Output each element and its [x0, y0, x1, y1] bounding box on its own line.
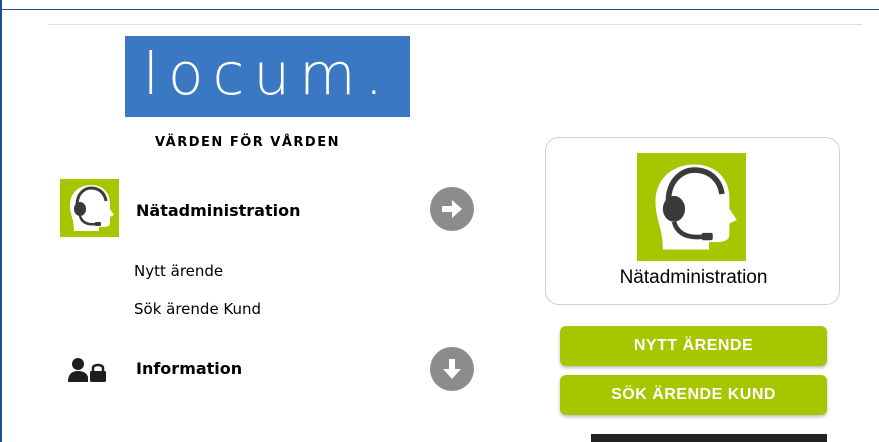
card-label: Nätadministration — [619, 267, 768, 288]
service-card[interactable]: Nätadministration — [545, 137, 840, 305]
menu-title-network[interactable]: Nätadministration — [136, 201, 301, 220]
tagline: VÄRDEN FÖR VÅRDEN — [155, 135, 340, 150]
headset-agent-icon[interactable] — [60, 179, 119, 237]
menu-title-information[interactable]: Information — [136, 359, 242, 378]
search-case-button[interactable]: SÖK ÄRENDE KUND — [560, 375, 827, 415]
arrow-down-circle-icon[interactable] — [430, 347, 474, 391]
headset-agent-icon — [637, 153, 746, 261]
divider — [48, 24, 862, 25]
arrow-right-circle-icon[interactable] — [430, 187, 474, 231]
window-frame-left — [0, 0, 2, 442]
bottom-bar — [591, 434, 827, 442]
new-case-button[interactable]: NYTT ÄRENDE — [560, 326, 827, 366]
user-lock-icon — [68, 358, 108, 382]
logo-text: locum. — [142, 39, 393, 108]
link-new-case[interactable]: Nytt ärende — [134, 262, 223, 280]
window-frame-top — [0, 0, 879, 10]
link-search-case[interactable]: Sök ärende Kund — [134, 300, 261, 318]
locum-logo: locum. — [125, 36, 410, 117]
